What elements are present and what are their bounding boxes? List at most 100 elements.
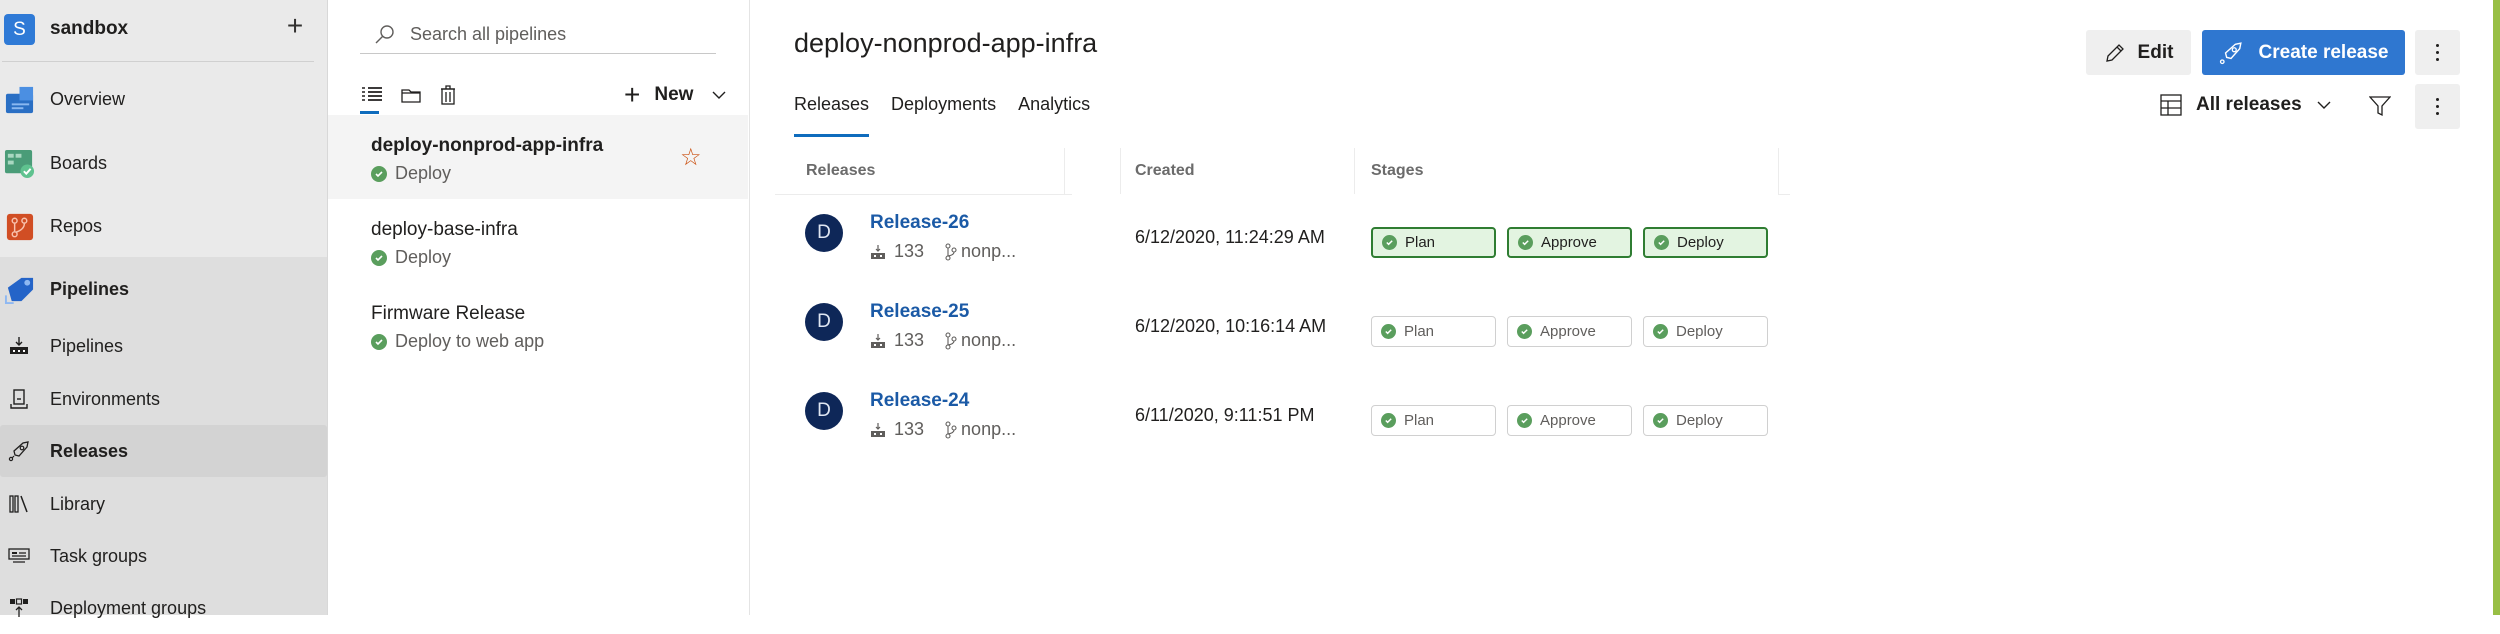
list-view-icon[interactable] [360, 82, 384, 108]
active-view-indicator [360, 111, 379, 114]
stage-plan[interactable]: Plan [1371, 227, 1496, 258]
project-avatar[interactable]: S [4, 14, 35, 45]
release-row[interactable]: D Release-24 133 nonp... 6/11/2020, 9:11… [750, 378, 1768, 466]
column-header-created[interactable]: Created [1135, 148, 1195, 194]
project-name[interactable]: sandbox [50, 18, 128, 40]
stage-approve[interactable]: Approve [1507, 227, 1632, 258]
pipeline-last-stage: Deploy [371, 247, 451, 268]
success-check-icon [1517, 413, 1532, 428]
avatar: D [805, 303, 843, 341]
search-input[interactable]: Search all pipelines [360, 18, 716, 54]
success-check-icon [371, 165, 387, 182]
sidebar-subitem-deployment-groups[interactable]: Deployment groups [0, 582, 327, 634]
stage-name: Approve [1540, 412, 1596, 429]
branch-icon [945, 242, 957, 261]
more-actions-button[interactable] [2415, 30, 2460, 75]
release-view-dropdown[interactable]: All releases [2160, 94, 2332, 116]
more-options-button[interactable] [2415, 84, 2460, 129]
release-view-label: All releases [2196, 94, 2302, 115]
stage-name: Deploy [1676, 412, 1723, 429]
stage-deploy[interactable]: Deploy [1643, 227, 1768, 258]
edit-button[interactable]: Edit [2086, 30, 2191, 75]
pipeline-list-item[interactable]: Firmware Release Deploy to web app [328, 283, 748, 367]
release-row[interactable]: D Release-25 133 nonp... 6/12/2020, 10:1… [750, 289, 1768, 377]
column-separator [1354, 148, 1355, 194]
stage-approve[interactable]: Approve [1507, 405, 1632, 436]
overview-icon [5, 86, 34, 113]
stage-name: Plan [1405, 234, 1436, 251]
stage-name: Approve [1540, 323, 1596, 340]
stage-label: Deploy [395, 247, 452, 267]
more-vertical-icon [2436, 44, 2439, 61]
stage-approve[interactable]: Approve [1507, 316, 1632, 347]
sidebar-item-boards[interactable]: Boards [0, 137, 327, 189]
sidebar-subitem-environments[interactable]: Environments [0, 373, 327, 425]
sidebar-item-pipelines[interactable]: Pipelines [0, 263, 327, 315]
release-link[interactable]: Release-25 [870, 301, 969, 323]
sidebar-item-repos[interactable]: Repos [0, 200, 327, 252]
build-number: 133 [894, 419, 925, 439]
column-header-stages[interactable]: Stages [1371, 148, 1423, 194]
column-separator [1064, 148, 1065, 194]
sidebar-item-overview[interactable]: Overview [0, 73, 327, 125]
table-icon [2160, 94, 2182, 116]
sidebar-item-label: Repos [50, 215, 103, 236]
pipeline-name: deploy-base-infra [371, 219, 518, 240]
stage-label: Deploy to web app [395, 331, 545, 351]
stage-deploy[interactable]: Deploy [1643, 405, 1768, 436]
stage-name: Deploy [1676, 323, 1723, 340]
created-date: 6/11/2020, 9:11:51 PM [1135, 405, 1315, 425]
release-link[interactable]: Release-24 [870, 390, 969, 412]
success-check-icon [371, 249, 387, 266]
environments-icon [10, 389, 28, 409]
build-icon [871, 333, 885, 348]
stage-plan[interactable]: Plan [1371, 405, 1496, 436]
pipeline-name: Firmware Release [371, 303, 526, 324]
plus-icon[interactable]: + [282, 12, 308, 40]
success-check-icon [1654, 235, 1669, 250]
deployment-groups-icon [10, 598, 28, 617]
chevron-down-icon [712, 91, 726, 99]
tab-releases[interactable]: Releases [794, 94, 870, 137]
tab-analytics[interactable]: Analytics [1018, 94, 1090, 137]
edit-label: Edit [2137, 41, 2174, 63]
sidebar-item-label: Releases [50, 440, 129, 461]
sidebar-subitem-releases[interactable]: Releases [0, 425, 327, 477]
release-row[interactable]: D Release-26 133 nonp... 6/12/2020, 11:2… [750, 200, 1768, 288]
sidebar-subitem-library[interactable]: Library [0, 478, 327, 530]
rocket-icon [2219, 41, 2242, 64]
create-release-button[interactable]: Create release [2202, 30, 2405, 75]
divider [2, 61, 314, 62]
favorite-star-icon[interactable]: ☆ [680, 143, 702, 172]
tab-deployments[interactable]: Deployments [891, 94, 996, 137]
rocket-icon [8, 441, 29, 462]
release-link[interactable]: Release-26 [870, 212, 969, 234]
release-meta: 133 nonp... [870, 419, 1016, 440]
header-underline [1778, 194, 1790, 195]
folder-view-icon[interactable] [399, 82, 423, 108]
trash-icon[interactable] [436, 82, 460, 108]
sidebar-item-label: Pipelines [50, 335, 124, 356]
column-header-releases[interactable]: Releases [806, 148, 875, 194]
filter-icon[interactable] [2369, 95, 2391, 117]
sidebar-item-label: Task groups [50, 545, 148, 566]
stage-name: Deploy [1677, 234, 1724, 251]
build-number: 133 [894, 330, 925, 350]
success-check-icon [1381, 324, 1396, 339]
sidebar-subitem-task-groups[interactable]: Task groups [0, 530, 327, 582]
pipelines-icon [10, 337, 28, 354]
pipeline-list-item[interactable]: deploy-base-infra Deploy [328, 199, 748, 283]
stage-name: Plan [1404, 412, 1435, 429]
new-pipeline-button[interactable]: + New [624, 80, 727, 110]
stage-deploy[interactable]: Deploy [1643, 316, 1768, 347]
new-label: New [654, 84, 694, 105]
branch-name: nonp... [961, 330, 1017, 350]
pencil-icon [2105, 43, 2124, 62]
success-check-icon [1381, 413, 1396, 428]
sidebar-subitem-pipelines[interactable]: Pipelines [0, 320, 327, 372]
pipeline-list-item[interactable]: deploy-nonprod-app-infra Deploy ☆ [328, 115, 748, 199]
stage-plan[interactable]: Plan [1371, 316, 1496, 347]
column-separator [1120, 148, 1121, 194]
pipelines-rocket-icon [4, 277, 34, 304]
branch-name: nonp... [961, 419, 1017, 439]
